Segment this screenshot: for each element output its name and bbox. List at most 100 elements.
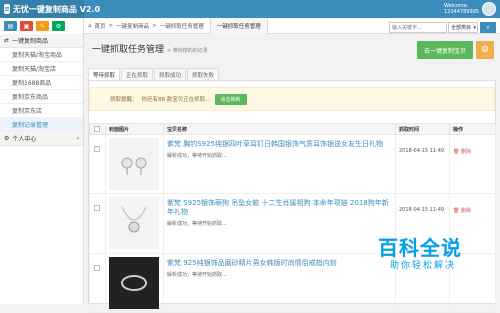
- sidebar-group-copy[interactable]: ⇄ 一键复制商品: [0, 34, 83, 48]
- row-checkbox[interactable]: [94, 205, 100, 211]
- delete-label: 删除: [460, 208, 471, 214]
- row-select-cell: [89, 134, 106, 194]
- table-header-row: 封面图片 宝贝名称 抓取时间 操作: [89, 123, 496, 135]
- crawl-time: 2018-04-15 11:49: [399, 148, 445, 154]
- app-title: 无忧一键复制商品 V2.0: [12, 4, 101, 14]
- delete-link[interactable]: 🗑 删除: [453, 148, 492, 155]
- watermark-subtitle: 助你轻松解决: [390, 261, 457, 271]
- logo-icon: ≡: [4, 4, 10, 14]
- thumb-cell: [105, 193, 164, 254]
- tab-task-manager[interactable]: 一键抓取任务管理: [209, 17, 268, 34]
- sidebar-group-personal[interactable]: ⚙ 个人中心 ‹: [0, 132, 83, 146]
- category-select-value: 全部类目: [451, 25, 472, 31]
- column-header: 宝贝名称: [163, 123, 396, 135]
- search-icon: ⌕: [486, 23, 490, 31]
- settings-tile-icon[interactable]: ⚙: [52, 21, 65, 31]
- table-row: 紫梵 胸钓S925纯银四叶草耳钉日韩国银饰气质耳饰银送女友生日礼物 解析成功，等…: [89, 134, 496, 194]
- sidebar-item-copy-jd-item[interactable]: 复制京东商品: [0, 90, 83, 104]
- sidebar-group-label: 个人中心: [12, 136, 37, 143]
- trash-icon: 🗑: [453, 149, 460, 155]
- tab-waiting[interactable]: 等待抓取: [88, 68, 121, 80]
- chart-tile-icon[interactable]: ▤: [4, 21, 17, 31]
- crawl-alert: 抓取提醒： 你还有88 款宝贝正在抓取... 点击刷新: [89, 87, 495, 111]
- gear-icon: ⚙: [480, 45, 490, 55]
- product-name-link[interactable]: 紫梵 S925银饰萌狗 吊坠女款 十二生肖属相狗 本命年项链 2018狗年新年礼…: [167, 197, 392, 217]
- column-header: 抓取时间: [395, 123, 450, 135]
- category-select[interactable]: 全部类目 ▾: [448, 22, 478, 33]
- breadcrumb-sep: >: [152, 22, 157, 29]
- settings-button[interactable]: ⚙: [476, 41, 494, 59]
- task-table: 封面图片 宝贝名称 抓取时间 操作 紫梵 胸钓S925纯银四叶草耳钉日韩国银饰气…: [89, 123, 496, 313]
- breadcrumb: ⌂ 首页 > 一键复制商品 > 一键抓取任务管理: [84, 22, 204, 30]
- breadcrumb-home[interactable]: 首页: [95, 22, 106, 30]
- product-image[interactable]: [109, 257, 159, 309]
- user-account: 12344789995: [444, 9, 479, 15]
- page-subtitle: > 带你搜的的记录: [167, 48, 208, 54]
- product-status: 解析成功，等待开始抓取...: [167, 272, 227, 278]
- sidebar-group-label: 一键复制商品: [12, 38, 49, 45]
- shuffle-icon: ⇄: [4, 37, 10, 44]
- refresh-button[interactable]: 点击刷新: [214, 93, 247, 105]
- select-all-header: [89, 123, 106, 135]
- row-checkbox[interactable]: [94, 265, 100, 271]
- home-icon[interactable]: ⌂: [88, 23, 92, 29]
- chevron-left-icon: ‹: [76, 135, 79, 142]
- thumb-cell: [105, 134, 164, 194]
- product-image[interactable]: [109, 197, 159, 249]
- breadcrumb-level2: 一键抓取任务管理: [159, 23, 204, 30]
- sidebar: ▤ ▣ ✎ ⚙ ⇄ 一键复制商品 复制天猫/淘宝商品 复制天猫/淘宝店 复制16…: [0, 18, 84, 304]
- user-menu[interactable]: Welcome, 12344789995: [444, 1, 496, 17]
- tab-in-progress[interactable]: 正在抓取: [121, 68, 154, 80]
- product-status: 解析成功，等待开始抓取...: [167, 221, 227, 227]
- status-tabs: 等待抓取 正在抓取 抓取成功 抓取失败: [88, 68, 220, 80]
- gear-icon: ⚙: [4, 135, 10, 142]
- crawl-time: 2018-04-15 11:49: [399, 207, 445, 213]
- delete-label: 删除: [460, 149, 471, 155]
- top-bar: ≡ 无忧一键复制商品 V2.0 Welcome, 12344789995: [0, 0, 500, 18]
- product-image[interactable]: [109, 138, 159, 190]
- breadcrumb-level1[interactable]: 一键复制商品: [116, 22, 149, 30]
- collect-button-label: 去一键复制宝贝: [423, 47, 466, 55]
- user-tile-icon[interactable]: ▣: [20, 21, 33, 31]
- earring-image-icon: [121, 157, 147, 175]
- avatar[interactable]: [482, 2, 496, 16]
- sidebar-item-copy-jd-shop[interactable]: 复制京东店: [0, 104, 83, 118]
- necklace-image-icon: [121, 206, 147, 233]
- product-name-link[interactable]: 紫梵 胸钓S925纯银四叶草耳钉日韩国银饰气质耳饰银送女友生日礼物: [167, 138, 392, 149]
- column-header: 封面图片: [105, 123, 164, 135]
- search-button[interactable]: ⌕: [480, 22, 496, 33]
- page-title-text: 一键抓取任务管理: [92, 45, 165, 55]
- alert-text: 你还有88 款宝贝正在抓取...: [141, 97, 211, 103]
- watermark: 百科全说 助你轻松解决: [378, 232, 498, 276]
- row-checkbox[interactable]: [94, 146, 100, 152]
- action-cell: 🗑 删除: [449, 134, 496, 194]
- name-cell: 紫梵 S925银饰萌狗 吊坠女款 十二生肖属相狗 本命年项链 2018狗年新年礼…: [163, 193, 396, 254]
- delete-link[interactable]: 🗑 删除: [453, 207, 492, 214]
- edit-tile-icon[interactable]: ✎: [36, 21, 49, 31]
- search-input[interactable]: [389, 22, 447, 33]
- sidebar-item-copy-tmall-item[interactable]: 复制天猫/淘宝商品: [0, 48, 83, 62]
- column-header: 操作: [449, 123, 496, 135]
- sidebar-quick-tiles: ▤ ▣ ✎ ⚙: [0, 18, 83, 34]
- breadcrumb-sep: >: [108, 22, 114, 29]
- sidebar-item-copy-records[interactable]: 复制记录管理: [0, 118, 83, 132]
- user-info: Welcome, 12344789995: [444, 3, 479, 15]
- tab-success[interactable]: 抓取成功: [154, 68, 187, 80]
- name-cell: 紫梵 胸钓S925纯银四叶草耳钉日韩国银饰气质耳饰银送女友生日礼物 解析成功，等…: [163, 134, 396, 194]
- ring-image-icon: [121, 275, 147, 291]
- collect-button[interactable]: 去一键复制宝贝: [417, 41, 473, 59]
- select-all-checkbox[interactable]: [94, 126, 100, 132]
- row-select-cell: [89, 193, 106, 254]
- chevron-down-icon: ▾: [473, 24, 476, 31]
- time-cell: 2018-04-15 11:49: [395, 134, 450, 194]
- watermark-title: 百科全说: [378, 236, 462, 260]
- product-status: 解析成功，等待开始抓取...: [167, 153, 227, 159]
- app-logo[interactable]: ≡ 无忧一键复制商品 V2.0: [0, 0, 100, 18]
- alert-label: 抓取提醒：: [110, 97, 138, 103]
- product-name-link[interactable]: 紫梵 925纯银饰品磨砂精片男女韩版时尚情侣戒指内刻: [167, 257, 392, 268]
- tab-failed[interactable]: 抓取失败: [187, 68, 220, 80]
- sidebar-item-copy-1688[interactable]: 复制1688商品: [0, 76, 83, 90]
- page-title: 一键抓取任务管理 > 带你搜的的记录: [92, 42, 208, 55]
- trash-icon: 🗑: [453, 208, 460, 214]
- sidebar-item-copy-tmall-shop[interactable]: 复制天猫/淘宝店: [0, 62, 83, 76]
